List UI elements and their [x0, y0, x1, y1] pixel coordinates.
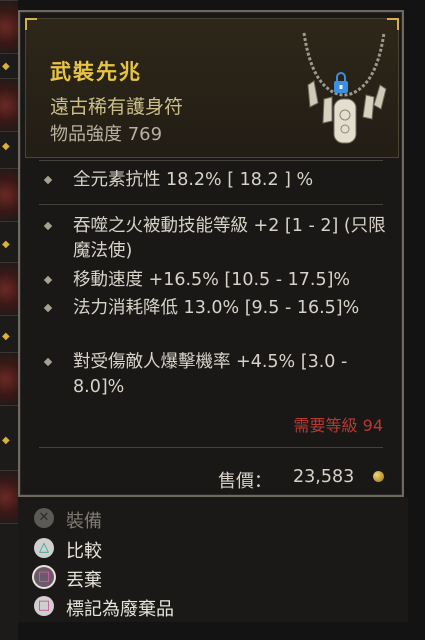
action-label: 裝備 [66, 511, 102, 532]
star-icon: ◆ [2, 239, 10, 250]
compare-action[interactable]: △ 比較 [34, 535, 334, 563]
divider [39, 160, 383, 161]
action-label: 比較 [66, 541, 102, 562]
sell-price-value: 23,583 [293, 467, 355, 487]
inventory-slot[interactable] [0, 262, 18, 316]
inventory-slot[interactable] [0, 470, 18, 524]
cross-button-icon: ✕ [34, 508, 54, 528]
star-icon: ◆ [2, 331, 10, 342]
item-tooltip: 武裝先兆 遠古稀有護身符 物品強度 769 全元素抗性 18.2% [ 18.2… [18, 10, 404, 497]
action-prompts: ✕ 裝備 △ 比較 □ 丟棄 □ 標記為廢棄品 [18, 497, 408, 622]
item-name: 武裝先兆 [50, 60, 142, 84]
inventory-slot[interactable] [0, 0, 18, 54]
diamond-bullet-icon [43, 175, 53, 185]
diamond-bullet-icon [43, 221, 53, 231]
action-label: 丟棄 [66, 570, 102, 591]
inventory-strip: ◆ ◆ ◆ ◆ ◆ [0, 0, 18, 640]
sell-price-label: 售價： [218, 471, 272, 492]
diamond-bullet-icon [43, 357, 53, 367]
required-level: 需要等級 94 [293, 416, 383, 435]
star-icon: ◆ [2, 141, 10, 152]
inventory-slot[interactable] [0, 78, 18, 132]
star-icon: ◆ [2, 435, 10, 446]
tooltip-body: 全元素抗性 18.2% [ 18.2 ] % 吞噬之火被動技能等級 +2 [1 … [25, 158, 397, 492]
square-button-icon: □ [34, 596, 54, 616]
triangle-button-icon: △ [34, 538, 54, 558]
item-type: 遠古稀有護身符 [50, 96, 184, 118]
square-button-icon: □ [34, 567, 54, 587]
star-icon: ◆ [2, 61, 10, 72]
mark-junk-action[interactable]: □ 標記為廢棄品 [34, 593, 334, 621]
item-power: 物品強度 769 [50, 124, 163, 145]
corner-ornament [25, 18, 37, 30]
inventory-slot[interactable] [0, 168, 18, 222]
discard-action[interactable]: □ 丟棄 [34, 564, 334, 592]
inventory-slot[interactable] [0, 352, 18, 406]
diamond-bullet-icon [43, 275, 53, 285]
divider [39, 447, 383, 448]
gold-coin-icon [373, 471, 384, 482]
diamond-bullet-icon [43, 303, 53, 313]
tooltip-header: 武裝先兆 遠古稀有護身符 物品強度 769 [25, 18, 399, 158]
equip-action[interactable]: ✕ 裝備 [34, 505, 334, 533]
divider [39, 204, 383, 205]
amulet-icon [302, 32, 387, 144]
action-label: 標記為廢棄品 [66, 599, 174, 620]
